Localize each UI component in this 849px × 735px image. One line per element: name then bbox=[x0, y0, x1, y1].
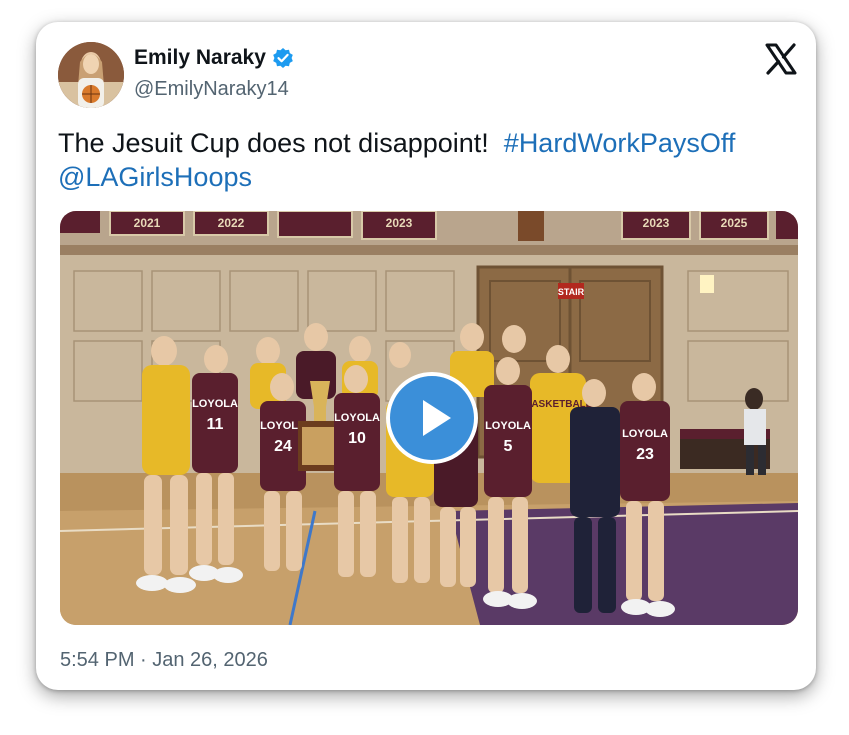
tweet-body-text: The Jesuit Cup does not disappoint! bbox=[58, 128, 489, 158]
play-button[interactable] bbox=[386, 372, 478, 464]
banner: 2025 bbox=[699, 211, 769, 240]
jersey-number: 5 bbox=[504, 438, 513, 455]
author-handle[interactable]: @EmilyNaraky14 bbox=[134, 78, 289, 101]
x-logo-icon[interactable] bbox=[764, 42, 798, 76]
jersey-number: 24 bbox=[274, 438, 292, 455]
play-icon bbox=[423, 400, 451, 436]
banner: 2021 bbox=[109, 211, 185, 236]
jersey-team: LOYOLA bbox=[192, 398, 238, 410]
banner-year: 2021 bbox=[134, 216, 161, 230]
verified-badge-icon bbox=[273, 48, 293, 68]
banner-year: 2022 bbox=[218, 216, 245, 230]
jersey-team: LOYOLA bbox=[334, 412, 380, 424]
avatar[interactable] bbox=[58, 42, 124, 108]
tweet-card[interactable]: Emily Naraky @EmilyNaraky14 The Jesuit C… bbox=[36, 22, 816, 690]
jersey-number: 23 bbox=[636, 446, 654, 463]
banner-year: 2023 bbox=[386, 216, 413, 230]
tweet-timestamp[interactable]: 5:54 PM · Jan 26, 2026 bbox=[60, 649, 268, 672]
banner-year: 2023 bbox=[643, 216, 670, 230]
banner: 2022 bbox=[193, 211, 269, 236]
video-media[interactable]: 2021 2022 2023 2023 2025 STAIR BASKETBAL… bbox=[60, 211, 798, 625]
banner: 2023 bbox=[621, 211, 691, 240]
jersey-number: 11 bbox=[207, 416, 224, 433]
jersey-number: 10 bbox=[348, 430, 366, 447]
display-name[interactable]: Emily Naraky bbox=[134, 46, 266, 70]
mention-link[interactable]: @LAGirlsHoops bbox=[58, 162, 252, 192]
author-name-row[interactable]: Emily Naraky bbox=[134, 46, 294, 70]
tweet-text: The Jesuit Cup does not disappoint! #Har… bbox=[58, 126, 798, 194]
stair-sign: STAIR bbox=[558, 287, 585, 297]
jersey-team: LOYOLA bbox=[622, 428, 668, 440]
banner: 2023 bbox=[361, 211, 437, 240]
avatar-image bbox=[58, 42, 124, 108]
banner-year: 2025 bbox=[721, 216, 748, 230]
hashtag-link[interactable]: #HardWorkPaysOff bbox=[504, 128, 736, 158]
jersey-team: LOYOLA bbox=[485, 420, 531, 432]
